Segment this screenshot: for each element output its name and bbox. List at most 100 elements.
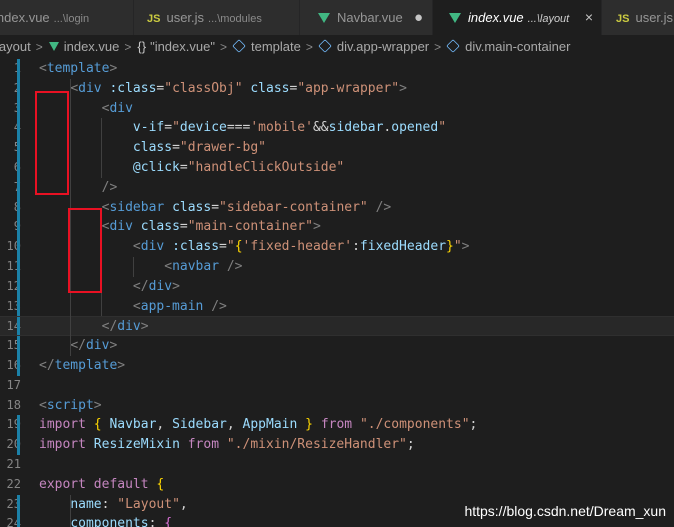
code-token: :class [172,239,220,255]
vue-file-icon [48,42,59,51]
git-change-marker[interactable] [17,98,20,119]
code-token: Navbar [109,417,157,433]
code-token: div [85,338,110,354]
chevron-right-icon: > [219,40,227,54]
editor-tab-bar: index.vue...\login JSuser.js...\modules … [0,0,674,35]
code-token: name [70,496,102,512]
breadcrumb-item-file[interactable]: index.vue > [48,35,138,59]
code-token: } [305,417,313,433]
code-token: { [156,476,165,492]
tab-label: index.vue [468,10,524,25]
git-change-marker[interactable] [17,435,20,455]
code-line[interactable]: 20 import ResizeMixin from "./mixin/Resiz… [0,435,674,455]
code-token: "handleClickOutside" [187,160,345,175]
code-text: components: { [39,514,172,527]
indent-guide [101,118,102,178]
code-token: "main-container" [187,219,313,235]
code-line[interactable]: 7 /> [0,177,674,198]
code-token: class [250,80,290,96]
code-token: 'mobile' [250,120,313,136]
git-change-marker[interactable] [17,415,20,436]
code-token: { [93,417,102,433]
code-token: , [156,417,173,433]
breadcrumb-item-app-wrapper[interactable]: div.app-wrapper > [318,35,447,59]
code-line[interactable]: 16 </template> [0,356,674,376]
git-change-marker[interactable] [17,336,20,356]
code-editor[interactable]: 1<template>2 <div :class="classObj" clas… [0,59,674,527]
breadcrumb-item-layout[interactable]: layout > [0,35,49,59]
code-token: script [46,397,94,413]
git-change-marker[interactable] [17,237,20,257]
code-token: device [179,120,227,136]
code-token: , [226,417,243,433]
git-change-marker[interactable] [17,257,20,277]
code-token: from [187,437,220,453]
element-icon [446,39,460,53]
code-line[interactable]: 18 <script> [0,396,674,416]
code-text: export default { [39,475,164,495]
code-line[interactable]: 14 </div> [0,316,674,337]
modified-dot-icon[interactable]: ● [414,0,423,35]
close-icon[interactable]: × [585,0,593,35]
git-change-marker[interactable] [17,317,20,336]
git-change-marker[interactable] [17,296,20,317]
code-line[interactable]: 1<template> [0,59,674,79]
js-file-icon: JS [147,13,161,25]
code-token: "classObj" [164,80,243,96]
chevron-right-icon: > [305,40,313,54]
code-token: AppMain [242,417,298,433]
code-token: div [109,219,133,235]
git-change-marker[interactable] [17,138,20,158]
code-line[interactable]: 22 export default { [0,475,674,495]
code-line[interactable]: 3 <div [0,98,674,119]
code-token: { [164,516,173,527]
code-line[interactable]: 15 </div> [0,336,674,356]
code-token: class [140,219,180,235]
code-line[interactable]: 17 [0,376,674,396]
line-number: 18 [6,397,21,412]
code-token: > [93,397,102,413]
breadcrumb-item-module[interactable]: {} "index.vue" > [137,35,233,59]
breadcrumb: layout > index.vue > {}"index.vue" > template >… [0,35,674,59]
git-change-marker[interactable] [17,158,20,178]
code-token: sidebar [109,199,165,215]
code-line[interactable]: 21 [0,455,674,475]
git-change-marker[interactable] [17,217,20,238]
chevron-right-icon: > [124,40,132,54]
code-line[interactable]: 2 <div :class="classObj" class="app-wrap… [0,78,674,99]
breadcrumb-label: "index.vue" [150,39,215,54]
code-token: "./components" [359,417,470,433]
code-line[interactable]: 19 import { Navbar, Sidebar, AppMain } fr… [0,415,674,436]
tab-user-js-modules[interactable]: JS user.js ...\modules [134,0,300,35]
git-change-marker[interactable] [17,59,20,79]
git-change-marker[interactable] [17,118,20,139]
breadcrumb-item-template[interactable]: template > [232,35,319,59]
braces-icon: {} [137,39,147,54]
tab-navbar-vue[interactable]: Navbar.vue ● [300,0,433,35]
git-change-marker[interactable] [17,494,20,515]
code-token: navbar [172,259,220,274]
line-number: 21 [6,457,21,471]
git-change-marker[interactable] [17,514,20,527]
git-change-marker[interactable] [17,177,20,198]
git-change-marker[interactable] [17,78,20,99]
git-change-marker[interactable] [17,197,20,218]
git-change-marker[interactable] [17,356,20,376]
breadcrumb-label: layout [0,39,31,54]
tab-user-js[interactable]: JS user.js [602,0,674,35]
code-token: import [39,417,86,433]
breadcrumb-item-main-container[interactable]: div.main-container [446,35,570,59]
git-change-marker[interactable] [17,276,20,297]
code-token: } [446,239,454,255]
code-token: === [226,120,251,136]
code-token: fixedHeader [359,239,447,255]
tab-index-vue-login[interactable]: index.vue...\login [0,0,134,35]
tab-index-vue-layout[interactable]: index.vue ...\layout × [433,0,602,35]
code-token: ; [406,437,415,453]
code-token: "app-wrapper" [297,80,400,96]
indent-guide [133,257,134,277]
